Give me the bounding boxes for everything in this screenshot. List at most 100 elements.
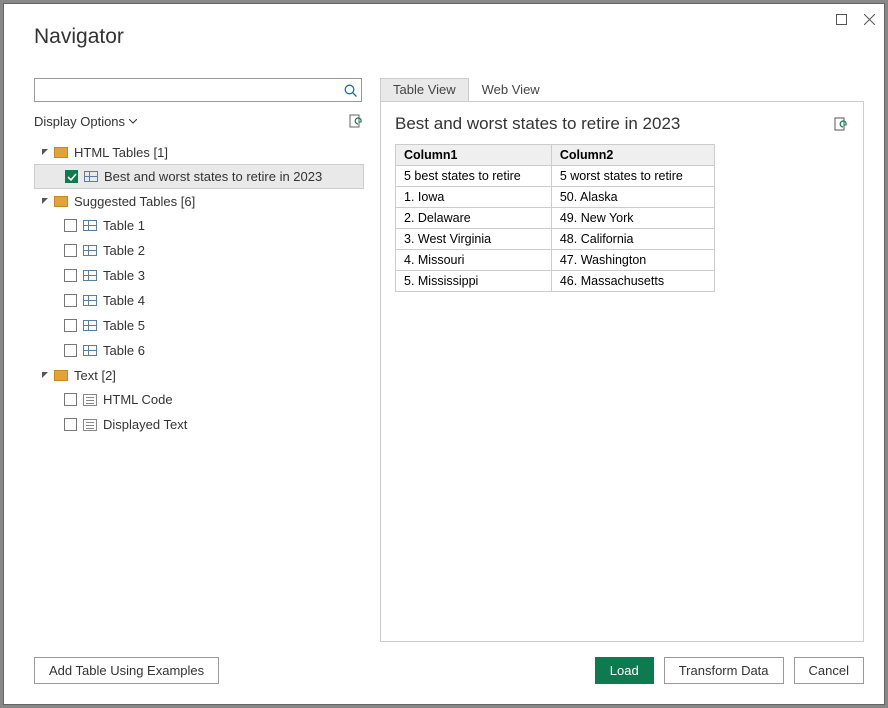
folder-icon: [54, 370, 68, 381]
table-icon: [83, 245, 97, 256]
table-cell: 47. Washington: [551, 250, 714, 271]
add-table-examples-button[interactable]: Add Table Using Examples: [34, 657, 219, 684]
tree-item[interactable]: Table 6: [34, 338, 364, 363]
cancel-button[interactable]: Cancel: [794, 657, 864, 684]
tree-item-label: HTML Code: [103, 392, 173, 407]
tree-folder[interactable]: Suggested Tables [6]: [34, 189, 364, 213]
footer: Add Table Using Examples Load Transform …: [34, 657, 864, 684]
checkbox[interactable]: [64, 319, 77, 332]
caret-down-icon: [40, 370, 50, 380]
tab-web-view[interactable]: Web View: [469, 78, 553, 102]
table-icon: [83, 270, 97, 281]
table-icon: [83, 345, 97, 356]
tree-item[interactable]: Best and worst states to retire in 2023: [34, 164, 364, 189]
tree-item-label: Table 2: [103, 243, 145, 258]
tree-item-label: Table 1: [103, 218, 145, 233]
checkbox[interactable]: [64, 219, 77, 232]
preview-refresh-button[interactable]: [831, 115, 849, 133]
table-row[interactable]: 3. West Virginia48. California: [396, 229, 715, 250]
navigator-tree: HTML Tables [1] Best and worst states to …: [34, 140, 364, 437]
tree-folder[interactable]: HTML Tables [1]: [34, 140, 364, 164]
maximize-icon: [836, 14, 847, 25]
tree-item-label: Table 4: [103, 293, 145, 308]
table-cell: 50. Alaska: [551, 187, 714, 208]
navigator-tree-pane: Display Options HTML Tables [1] Best and …: [34, 78, 364, 642]
tree-item[interactable]: Table 1: [34, 213, 364, 238]
close-button[interactable]: [862, 12, 876, 26]
table-cell: 3. West Virginia: [396, 229, 552, 250]
checkbox[interactable]: [65, 170, 78, 183]
tree-item[interactable]: Displayed Text: [34, 412, 364, 437]
search-button[interactable]: [339, 79, 361, 101]
preview-title: Best and worst states to retire in 2023: [395, 114, 831, 134]
checkbox[interactable]: [64, 344, 77, 357]
display-options-button[interactable]: Display Options: [34, 114, 346, 129]
table-row[interactable]: 4. Missouri47. Washington: [396, 250, 715, 271]
tree-item-label: Table 5: [103, 318, 145, 333]
titlebar: Navigator: [4, 4, 884, 54]
checkbox[interactable]: [64, 393, 77, 406]
preview-tabs: Table View Web View: [380, 78, 864, 102]
table-cell: 5 best states to retire: [396, 166, 552, 187]
dialog-title: Navigator: [34, 25, 884, 49]
maximize-button[interactable]: [834, 12, 848, 26]
preview-header: Best and worst states to retire in 2023: [395, 114, 849, 134]
table-cell: 4. Missouri: [396, 250, 552, 271]
table-icon: [84, 171, 98, 182]
caret-down-icon: [40, 147, 50, 157]
tab-table-view[interactable]: Table View: [380, 78, 469, 102]
text-icon: [83, 394, 97, 406]
tree-item-label: Table 6: [103, 343, 145, 358]
folder-icon: [54, 147, 68, 158]
table-row[interactable]: 5 best states to retire5 worst states to…: [396, 166, 715, 187]
folder-label: Suggested Tables [6]: [74, 194, 195, 209]
transform-data-button[interactable]: Transform Data: [664, 657, 784, 684]
window-controls: [834, 12, 876, 26]
column-header[interactable]: Column1: [396, 145, 552, 166]
refresh-icon: [833, 117, 848, 132]
table-cell: 46. Massachusetts: [551, 271, 714, 292]
tree-item[interactable]: Table 2: [34, 238, 364, 263]
search-box: [34, 78, 362, 102]
table-row[interactable]: 5. Mississippi46. Massachusetts: [396, 271, 715, 292]
column-header[interactable]: Column2: [551, 145, 714, 166]
folder-icon: [54, 196, 68, 207]
table-cell: 2. Delaware: [396, 208, 552, 229]
display-options-label: Display Options: [34, 114, 125, 129]
tree-item[interactable]: Table 5: [34, 313, 364, 338]
tree-item[interactable]: HTML Code: [34, 387, 364, 412]
table-icon: [83, 220, 97, 231]
text-icon: [83, 419, 97, 431]
preview-pane: Table View Web View Best and worst state…: [380, 78, 864, 642]
tree-item[interactable]: Table 3: [34, 263, 364, 288]
table-cell: 48. California: [551, 229, 714, 250]
search-icon: [344, 84, 357, 97]
tree-item-label: Displayed Text: [103, 417, 187, 432]
tree-item[interactable]: Table 4: [34, 288, 364, 313]
navigator-dialog: Navigator Display Options: [3, 3, 885, 705]
tree-item-label: Table 3: [103, 268, 145, 283]
folder-label: HTML Tables [1]: [74, 145, 168, 160]
checkbox[interactable]: [64, 294, 77, 307]
preview-table: Column1Column25 best states to retire5 w…: [395, 144, 715, 292]
table-cell: 5. Mississippi: [396, 271, 552, 292]
table-icon: [83, 295, 97, 306]
content-area: Display Options HTML Tables [1] Best and …: [34, 78, 864, 642]
refresh-button[interactable]: [346, 112, 364, 130]
tree-item-label: Best and worst states to retire in 2023: [104, 169, 322, 184]
folder-label: Text [2]: [74, 368, 116, 383]
search-input[interactable]: [35, 83, 339, 98]
footer-right: Load Transform Data Cancel: [595, 657, 864, 684]
table-cell: 1. Iowa: [396, 187, 552, 208]
table-cell: 5 worst states to retire: [551, 166, 714, 187]
checkbox[interactable]: [64, 269, 77, 282]
chevron-down-icon: [129, 119, 137, 124]
load-button[interactable]: Load: [595, 657, 654, 684]
table-row[interactable]: 2. Delaware49. New York: [396, 208, 715, 229]
tree-folder[interactable]: Text [2]: [34, 363, 364, 387]
table-icon: [83, 320, 97, 331]
caret-down-icon: [40, 196, 50, 206]
table-row[interactable]: 1. Iowa50. Alaska: [396, 187, 715, 208]
checkbox[interactable]: [64, 418, 77, 431]
checkbox[interactable]: [64, 244, 77, 257]
